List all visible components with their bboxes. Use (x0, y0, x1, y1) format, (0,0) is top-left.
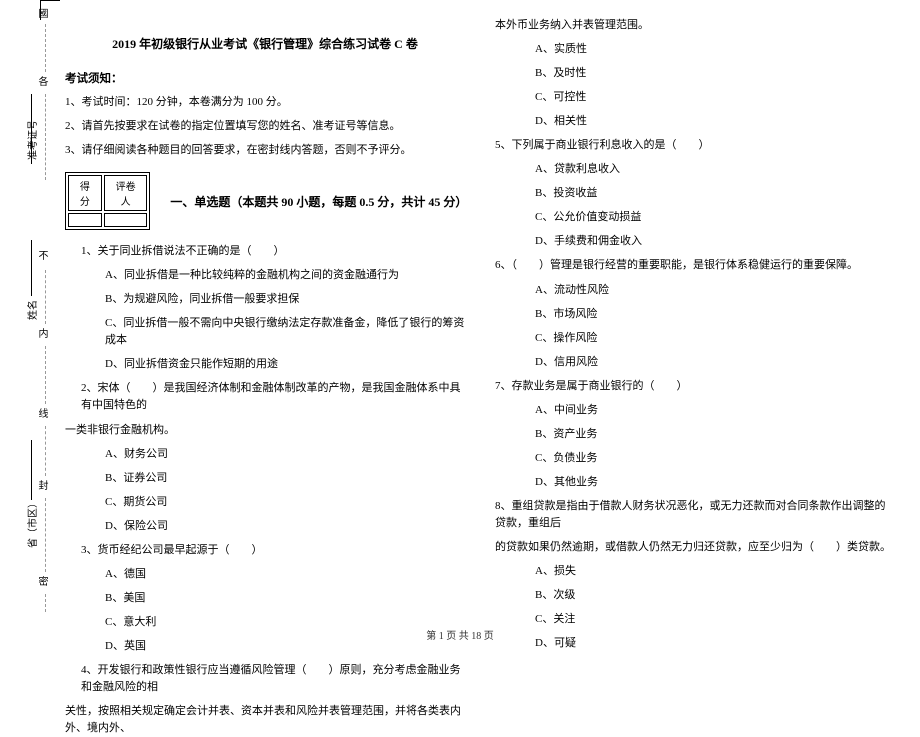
side-char-ge: 各 (34, 76, 49, 88)
score-header-grader: 评卷人 (104, 175, 147, 211)
q4-opt-c: C、可控性 (535, 89, 895, 106)
q6-opt-a: A、流动性风险 (535, 282, 895, 299)
side-char-xian: 线 (34, 408, 49, 420)
instructions-heading: 考试须知： (65, 70, 465, 86)
dash-seg-7 (45, 594, 46, 612)
q4-stem-b: 关性，按照相关规定确定会计并表、资本并表和风险并表管理范围，并将各类表内外、境内… (65, 703, 465, 737)
q2-opt-b: B、证券公司 (105, 470, 465, 487)
side-label-xingming: 姓名 (24, 300, 39, 320)
q2-stem-a: 2、宋体（ ）是我国经济体制和金融体制改革的产物，是我国金融体系中具有中国特色的 (81, 380, 465, 414)
q7-opt-b: B、资产业务 (535, 426, 895, 443)
q1-opt-c: C、同业拆借一般不需向中央银行缴纳法定存款准备金，降低了银行的筹资成本 (105, 315, 465, 349)
q8-stem-a: 8、重组贷款是指由于借款人财务状况恶化，或无力还款而对合同条款作出调整的贷款，重… (495, 498, 895, 532)
dash-seg-2 (45, 94, 46, 180)
section-1-title: 一、单选题（本题共 90 小题，每题 0.5 分，共计 45 分） (170, 193, 465, 210)
side-char-nei: 内 (34, 328, 49, 340)
underline-zhunkao (31, 94, 32, 164)
q7-opt-c: C、负债业务 (535, 450, 895, 467)
instruction-1: 1、考试时间：120 分钟，本卷满分为 100 分。 (65, 94, 465, 111)
q3-opt-a: A、德国 (105, 566, 465, 583)
score-header-score: 得分 (68, 175, 102, 211)
score-and-section: 得分 评卷人 一、单选题（本题共 90 小题，每题 0.5 分，共计 45 分） (65, 166, 465, 236)
q5-opt-a: A、贷款利息收入 (535, 161, 895, 178)
q1-stem: 1、关于同业拆借说法不正确的是（ ） (81, 243, 465, 260)
dash-seg-1 (45, 24, 46, 72)
underline-sheng (31, 440, 32, 500)
q2-opt-a: A、财务公司 (105, 446, 465, 463)
q4-stem-a: 4、开发银行和政策性银行应当遵循风险管理（ ）原则，充分考虑金融业务和金融风险的… (81, 662, 465, 696)
q4-opt-b: B、及时性 (535, 65, 895, 82)
q4-cont-line: 本外币业务纳入并表管理范围。 (495, 17, 895, 34)
side-char-guo: 國 (34, 8, 49, 20)
q3-stem: 3、货币经纪公司最早起源于（ ） (81, 542, 465, 559)
score-table: 得分 评卷人 (65, 172, 150, 230)
page-number: 第 1 页 共 18 页 (0, 627, 920, 642)
dash-seg-3 (45, 270, 46, 324)
dash-seg-5 (45, 426, 46, 476)
dash-seg-6 (45, 498, 46, 572)
q2-stem-b: 一类非银行金融机构。 (65, 422, 465, 439)
instruction-3: 3、请仔细阅读各种题目的回答要求，在密封线内答题，否则不予评分。 (65, 142, 465, 159)
q5-stem: 5、下列属于商业银行利息收入的是（ ） (495, 137, 895, 154)
side-char-feng: 封 (34, 480, 49, 492)
q3-opt-b: B、美国 (105, 590, 465, 607)
underline-xingming (31, 240, 32, 296)
side-label-sheng: 省（市区） (24, 498, 39, 548)
q2-opt-d: D、保险公司 (105, 518, 465, 535)
dash-seg-4 (45, 346, 46, 404)
q7-stem: 7、存款业务是属于商业银行的（ ） (495, 378, 895, 395)
q5-opt-d: D、手续费和佣金收入 (535, 233, 895, 250)
q8-opt-c: C、关注 (535, 611, 895, 628)
q5-opt-c: C、公允价值变动损益 (535, 209, 895, 226)
q6-opt-b: B、市场风险 (535, 306, 895, 323)
q8-opt-b: B、次级 (535, 587, 895, 604)
q7-opt-d: D、其他业务 (535, 474, 895, 491)
q1-opt-a: A、同业拆借是一种比较纯粹的金融机构之间的资金融通行为 (105, 267, 465, 284)
q4-opt-d: D、相关性 (535, 113, 895, 130)
q8-opt-a: A、损失 (535, 563, 895, 580)
side-char-mi: 密 (34, 576, 49, 588)
side-char-bu: 不 (34, 250, 49, 262)
right-column: 本外币业务纳入并表管理范围。 A、实质性 B、及时性 C、可控性 D、相关性 5… (480, 10, 910, 620)
binding-sideband: 國 各 准考证号 不 姓名 内 线 封 省（市区） 密 (0, 0, 50, 620)
q6-stem: 6、（ ）管理是银行经营的重要职能，是银行体系稳健运行的重要保障。 (495, 257, 895, 274)
score-cell-score[interactable] (68, 213, 102, 227)
page-content: 2019 年初级银行从业考试《银行管理》综合练习试卷 C 卷 考试须知： 1、考… (50, 10, 910, 620)
q2-opt-c: C、期货公司 (105, 494, 465, 511)
q4-opt-a: A、实质性 (535, 41, 895, 58)
exam-title: 2019 年初级银行从业考试《银行管理》综合练习试卷 C 卷 (65, 35, 465, 52)
q6-opt-c: C、操作风险 (535, 330, 895, 347)
score-cell-grader[interactable] (104, 213, 147, 227)
q8-stem-b: 的贷款如果仍然逾期，或借款人仍然无力归还贷款，应至少归为（ ）类贷款。 (495, 539, 895, 556)
q5-opt-b: B、投资收益 (535, 185, 895, 202)
left-column: 2019 年初级银行从业考试《银行管理》综合练习试卷 C 卷 考试须知： 1、考… (50, 10, 480, 620)
q1-opt-d: D、同业拆借资金只能作短期的用途 (105, 356, 465, 373)
q1-opt-b: B、为规避风险，同业拆借一般要求担保 (105, 291, 465, 308)
instruction-2: 2、请首先按要求在试卷的指定位置填写您的姓名、准考证号等信息。 (65, 118, 465, 135)
q6-opt-d: D、信用风险 (535, 354, 895, 371)
q7-opt-a: A、中间业务 (535, 402, 895, 419)
